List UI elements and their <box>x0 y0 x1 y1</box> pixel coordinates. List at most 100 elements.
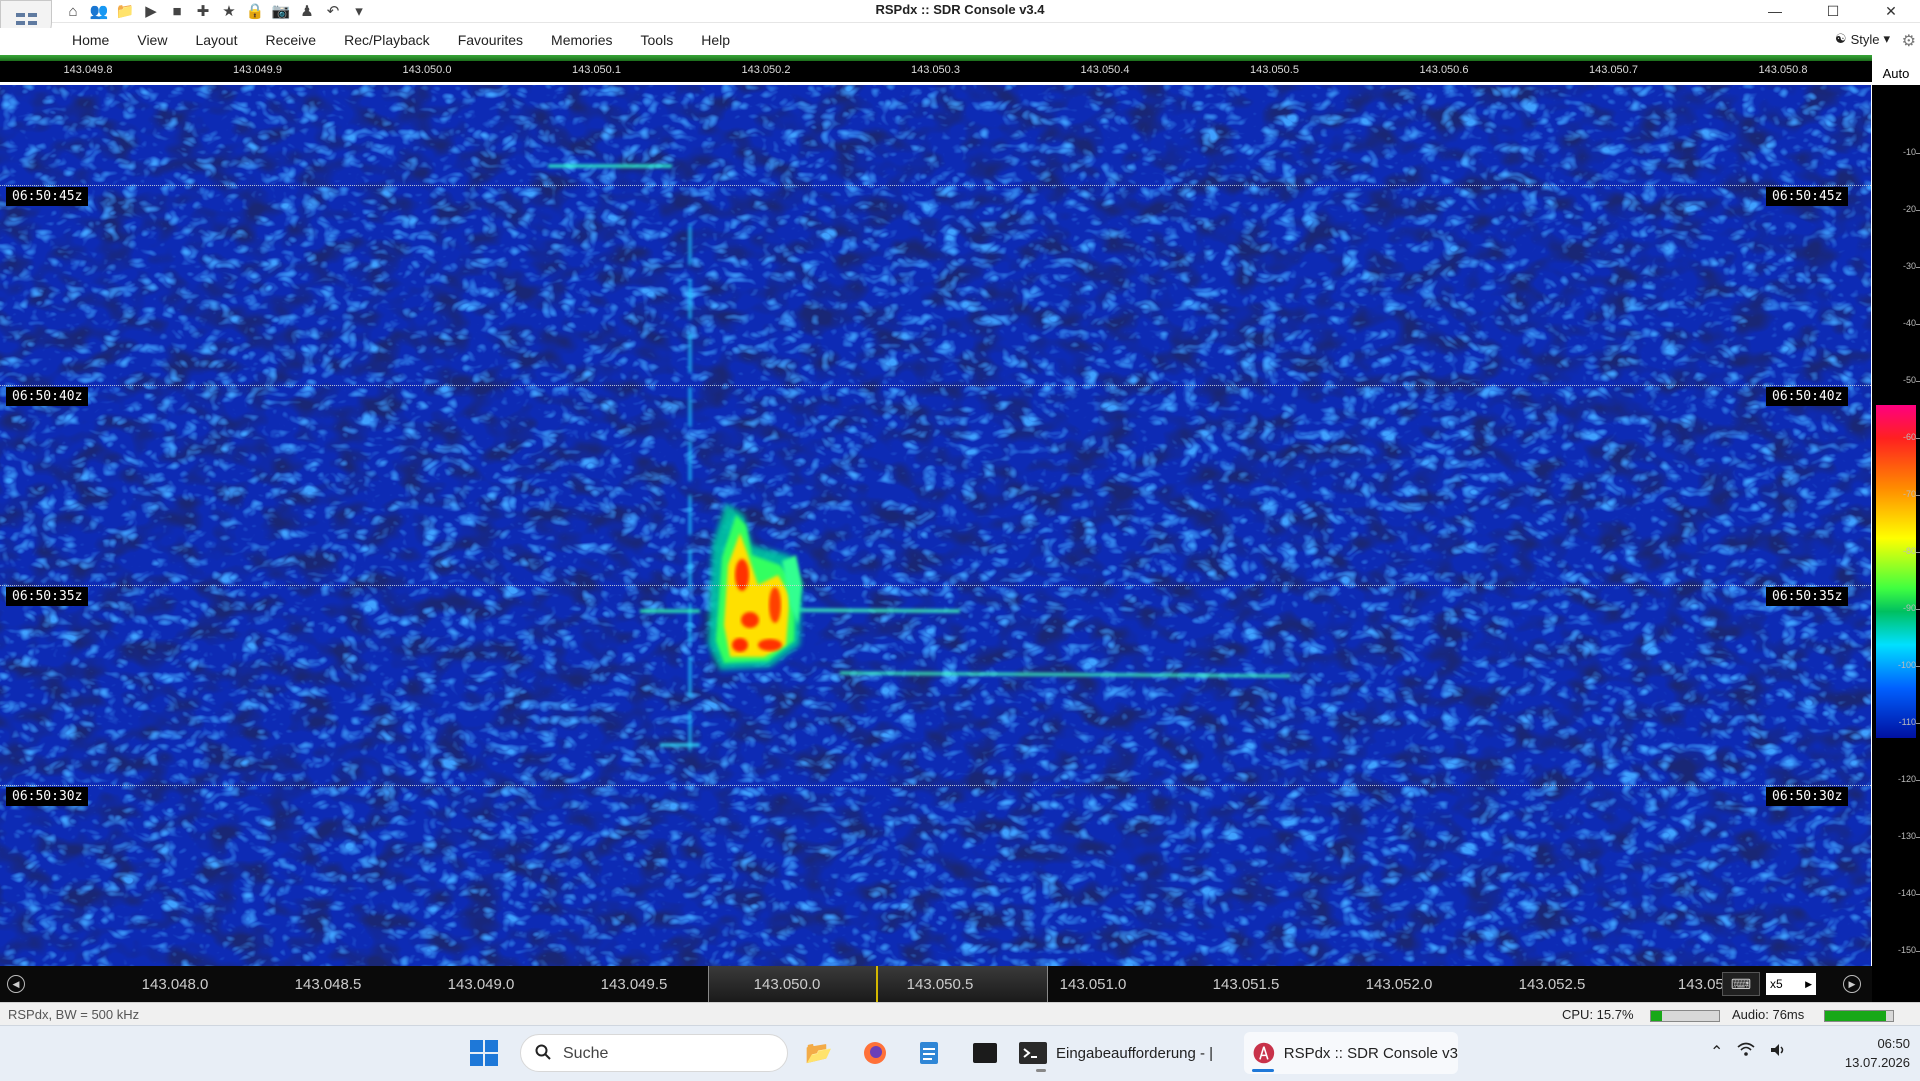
taskbar-clock[interactable]: 06:50 13.07.2026 <box>1820 1034 1910 1072</box>
gear-icon[interactable]: ⚙ <box>1902 31 1916 51</box>
bottom-frequency-label: 143.049.5 <box>600 976 668 993</box>
clock-time: 06:50 <box>1877 1036 1910 1051</box>
window-title: RSPdx :: SDR Console v3.4 <box>875 2 1045 17</box>
style-menu[interactable]: ☯ Style ▾ <box>1835 31 1890 47</box>
menu-items: Home View Layout Receive Rec/Playback Favouri… <box>58 31 744 49</box>
db-tick <box>1916 381 1920 382</box>
db-label: -90 <box>1902 603 1916 613</box>
color-gradient-bar[interactable] <box>1876 405 1916 738</box>
top-frequency-label: 143.050.4 <box>1080 64 1130 76</box>
tray-chevron-icon[interactable]: ⌃ <box>1710 1042 1723 1063</box>
bottom-frequency-ruler[interactable]: ◀ 143.048.0 143.048.5 143.049.0 143.049.5 14… <box>0 966 1872 1002</box>
menu-item-receive[interactable]: Receive <box>252 31 331 49</box>
db-label: -120 <box>1897 774 1916 784</box>
db-tick <box>1916 153 1920 154</box>
timestamp-label-left: 06:50:45z <box>6 187 89 206</box>
db-label: -20 <box>1902 204 1916 214</box>
menu-item-home[interactable]: Home <box>58 31 123 49</box>
bottom-frequency-label: 143.048.0 <box>141 976 209 993</box>
db-tick <box>1916 723 1920 724</box>
minimize-icon[interactable]: — <box>1746 0 1804 22</box>
top-frequency-label: 143.050.2 <box>741 64 791 76</box>
time-gridline <box>0 185 1871 186</box>
db-scale[interactable]: Auto -10 -20 -30 -40 -50 -60 -70 -80 -90 -100 -110… <box>1872 61 1920 1011</box>
menu-item-favourites[interactable]: Favourites <box>444 31 537 49</box>
db-tick <box>1916 780 1920 781</box>
cpu-usage-text: CPU: 15.7% <box>1562 1007 1634 1022</box>
menu-item-memories[interactable]: Memories <box>537 31 626 49</box>
cpu-usage-bar <box>1650 1010 1720 1022</box>
firefox-icon[interactable] <box>858 1036 892 1070</box>
db-label: -100 <box>1897 660 1916 670</box>
terminal-icon[interactable] <box>968 1036 1002 1070</box>
menu-item-view[interactable]: View <box>123 31 181 49</box>
taskbar-search-box[interactable]: Suche <box>520 1034 788 1072</box>
app-active-indicator <box>1252 1069 1274 1072</box>
top-frequency-label: 143.050.5 <box>1250 64 1299 76</box>
menu-item-tools[interactable]: Tools <box>627 31 688 49</box>
scroll-left-icon[interactable]: ◀ <box>7 975 25 993</box>
waterfall-image <box>0 85 1871 966</box>
timestamp-label-right: 06:50:45z <box>1766 187 1849 206</box>
db-tick <box>1916 552 1920 553</box>
wifi-icon[interactable] <box>1737 1042 1755 1063</box>
top-frequency-label: 143.050.0 <box>402 64 452 76</box>
taskbar-app-sdr-console[interactable]: RSPdx :: SDR Console v3 <box>1244 1032 1458 1074</box>
menu-item-rec-playback[interactable]: Rec/Playback <box>330 31 444 49</box>
taskbar-app-command-prompt[interactable]: Eingabeaufforderung - | <box>1018 1032 1234 1074</box>
db-tick <box>1916 666 1920 667</box>
db-tick <box>1916 324 1920 325</box>
start-button[interactable] <box>470 1040 500 1068</box>
volume-icon[interactable] <box>1769 1042 1787 1063</box>
db-label: -60 <box>1902 432 1916 442</box>
db-label: -40 <box>1902 318 1916 328</box>
passband-center-line[interactable] <box>876 966 878 1002</box>
auto-scale-button[interactable]: Auto <box>1872 61 1920 85</box>
db-tick <box>1916 438 1920 439</box>
db-label: -70 <box>1902 489 1916 499</box>
keyboard-icon[interactable]: ⌨ <box>1722 972 1760 996</box>
clock-date: 13.07.2026 <box>1844 1055 1910 1070</box>
bottom-frequency-label: 143.050.5 <box>906 976 974 993</box>
file-explorer-icon[interactable]: 📂 <box>802 1036 836 1070</box>
top-frequency-label: 143.050.7 <box>1589 64 1638 76</box>
audio-latency-text: Audio: 76ms <box>1732 1007 1805 1022</box>
device-bandwidth-status: RSPdx, BW = 500 kHz <box>8 1007 140 1022</box>
bottom-frequency-label: 143.051.0 <box>1059 976 1127 993</box>
db-tick <box>1916 951 1920 952</box>
time-gridline <box>0 385 1871 386</box>
top-frequency-label: 143.050.3 <box>911 64 960 76</box>
app-indicator <box>1036 1069 1046 1072</box>
top-frequency-label: 143.049.8 <box>63 64 113 76</box>
bottom-frequency-label: 143.052.0 <box>1365 976 1433 993</box>
db-label: -110 <box>1898 717 1916 727</box>
top-frequency-ruler[interactable]: 143.049.8 143.049.9 143.050.0 143.050.1 143.… <box>0 61 1872 84</box>
db-label: -50 <box>1902 375 1916 385</box>
notepad-icon[interactable] <box>912 1036 946 1070</box>
top-frequency-label: 143.049.9 <box>233 64 282 76</box>
db-tick <box>1916 894 1920 895</box>
bottom-frequency-label: 143.049.0 <box>447 976 515 993</box>
status-bar: RSPdx, BW = 500 kHz CPU: 15.7% Audio: 76… <box>0 1002 1920 1026</box>
zoom-select[interactable]: x5 ▶ <box>1766 973 1816 995</box>
waterfall-light-noise <box>0 85 1871 966</box>
scroll-right-icon[interactable]: ▶ <box>1843 975 1861 993</box>
db-label: -130 <box>1897 831 1916 841</box>
command-prompt-label: Eingabeaufforderung - | <box>1056 1044 1214 1062</box>
menu-item-help[interactable]: Help <box>687 31 744 49</box>
bottom-frequency-label: 143.052.5 <box>1518 976 1586 993</box>
close-icon[interactable]: ✕ <box>1862 0 1920 22</box>
audio-level-fill <box>1825 1011 1887 1021</box>
db-label: -10 <box>1902 147 1916 157</box>
time-gridline <box>0 785 1871 786</box>
timestamp-label-right: 06:50:40z <box>1766 387 1849 406</box>
bottom-frequency-label: 143.048.5 <box>294 976 362 993</box>
db-tick <box>1916 837 1920 838</box>
maximize-icon[interactable]: ☐ <box>1804 0 1862 22</box>
sdr-console-icon <box>1253 1042 1275 1064</box>
db-label: -80 <box>1902 546 1916 556</box>
system-tray: ⌃ <box>1710 1042 1787 1063</box>
menu-item-layout[interactable]: Layout <box>181 31 251 49</box>
waterfall-display[interactable]: 06:50:45z 06:50:45z 06:50:40z 06:50:40z 06:5… <box>0 85 1871 966</box>
style-icon: ☯ <box>1834 31 1847 46</box>
